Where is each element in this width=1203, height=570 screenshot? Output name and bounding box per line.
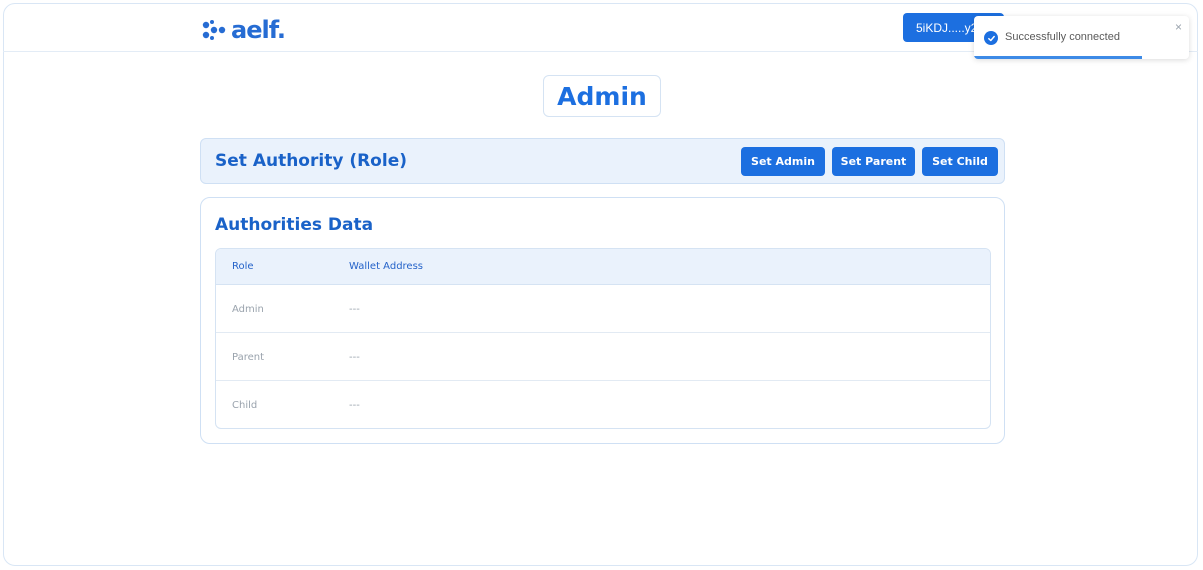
set-admin-button[interactable]: Set Admin — [741, 147, 825, 176]
table-row: Admin --- — [216, 285, 990, 333]
column-header-wallet-address: Wallet Address — [349, 261, 424, 272]
row-role: Parent — [232, 352, 265, 363]
table-header: Role Wallet Address — [216, 249, 990, 285]
success-toast: Successfully connected × — [974, 16, 1189, 59]
aelf-logo[interactable]: aelf. — [201, 16, 286, 44]
row-wallet-address: --- — [349, 352, 360, 363]
authorities-table: Role Wallet Address Admin --- Parent ---… — [215, 248, 991, 429]
row-wallet-address: --- — [349, 304, 360, 315]
column-header-role: Role — [232, 261, 254, 272]
set-authority-title: Set Authority (Role) — [215, 151, 407, 171]
row-role: Child — [232, 400, 258, 411]
page-title: Admin — [543, 75, 661, 117]
aelf-dots-icon — [202, 20, 226, 40]
close-icon[interactable]: × — [1175, 20, 1182, 34]
set-child-button[interactable]: Set Child — [922, 147, 998, 176]
toast-message: Successfully connected — [1005, 31, 1120, 43]
row-role: Admin — [232, 304, 264, 315]
toast-progress-bar — [974, 56, 1142, 59]
set-authority-panel: Set Authority (Role) Set Admin Set Paren… — [200, 138, 1005, 184]
logo-text: aelf. — [231, 16, 286, 44]
authorities-data-title: Authorities Data — [215, 215, 374, 235]
row-wallet-address: --- — [349, 400, 360, 411]
check-circle-icon — [984, 31, 998, 45]
authorities-data-card: Authorities Data Role Wallet Address Adm… — [200, 197, 1005, 444]
table-row: Parent --- — [216, 333, 990, 381]
table-row: Child --- — [216, 381, 990, 428]
set-parent-button[interactable]: Set Parent — [832, 147, 915, 176]
